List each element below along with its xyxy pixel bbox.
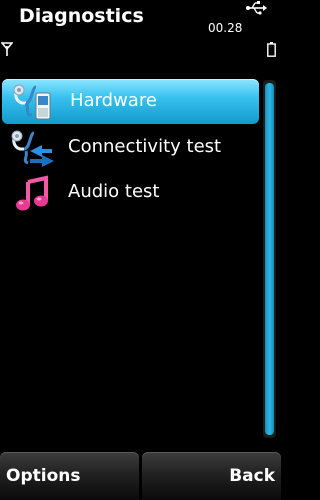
music-note-icon	[16, 175, 48, 211]
scrollbar-thumb[interactable]	[265, 83, 274, 435]
back-label: Back	[229, 466, 275, 486]
stethoscope-phone-icon	[13, 84, 51, 120]
list-item-hardware[interactable]: Hardware	[2, 79, 259, 124]
options-button[interactable]: Options	[0, 452, 139, 500]
options-label: Options	[6, 466, 81, 486]
list-item-label: Audio test	[68, 181, 160, 202]
usb-icon	[246, 1, 267, 15]
signal-antenna-icon	[1, 42, 13, 56]
list-item-connectivity-test[interactable]: Connectivity test	[0, 125, 259, 170]
stethoscope-arrows-icon	[11, 130, 54, 167]
page-title: Diagnostics	[19, 5, 144, 27]
list-item-label: Connectivity test	[68, 136, 222, 157]
scrollbar[interactable]	[263, 80, 276, 438]
clock: 00.28	[208, 21, 243, 35]
list-item-audio-test[interactable]: Audio test	[0, 170, 259, 215]
back-button[interactable]: Back	[142, 452, 281, 500]
status-bar: Diagnostics 00.28	[0, 0, 281, 75]
list-item-label: Hardware	[70, 90, 157, 111]
battery-icon	[267, 42, 276, 57]
softkey-bar: Options Back	[0, 452, 281, 500]
